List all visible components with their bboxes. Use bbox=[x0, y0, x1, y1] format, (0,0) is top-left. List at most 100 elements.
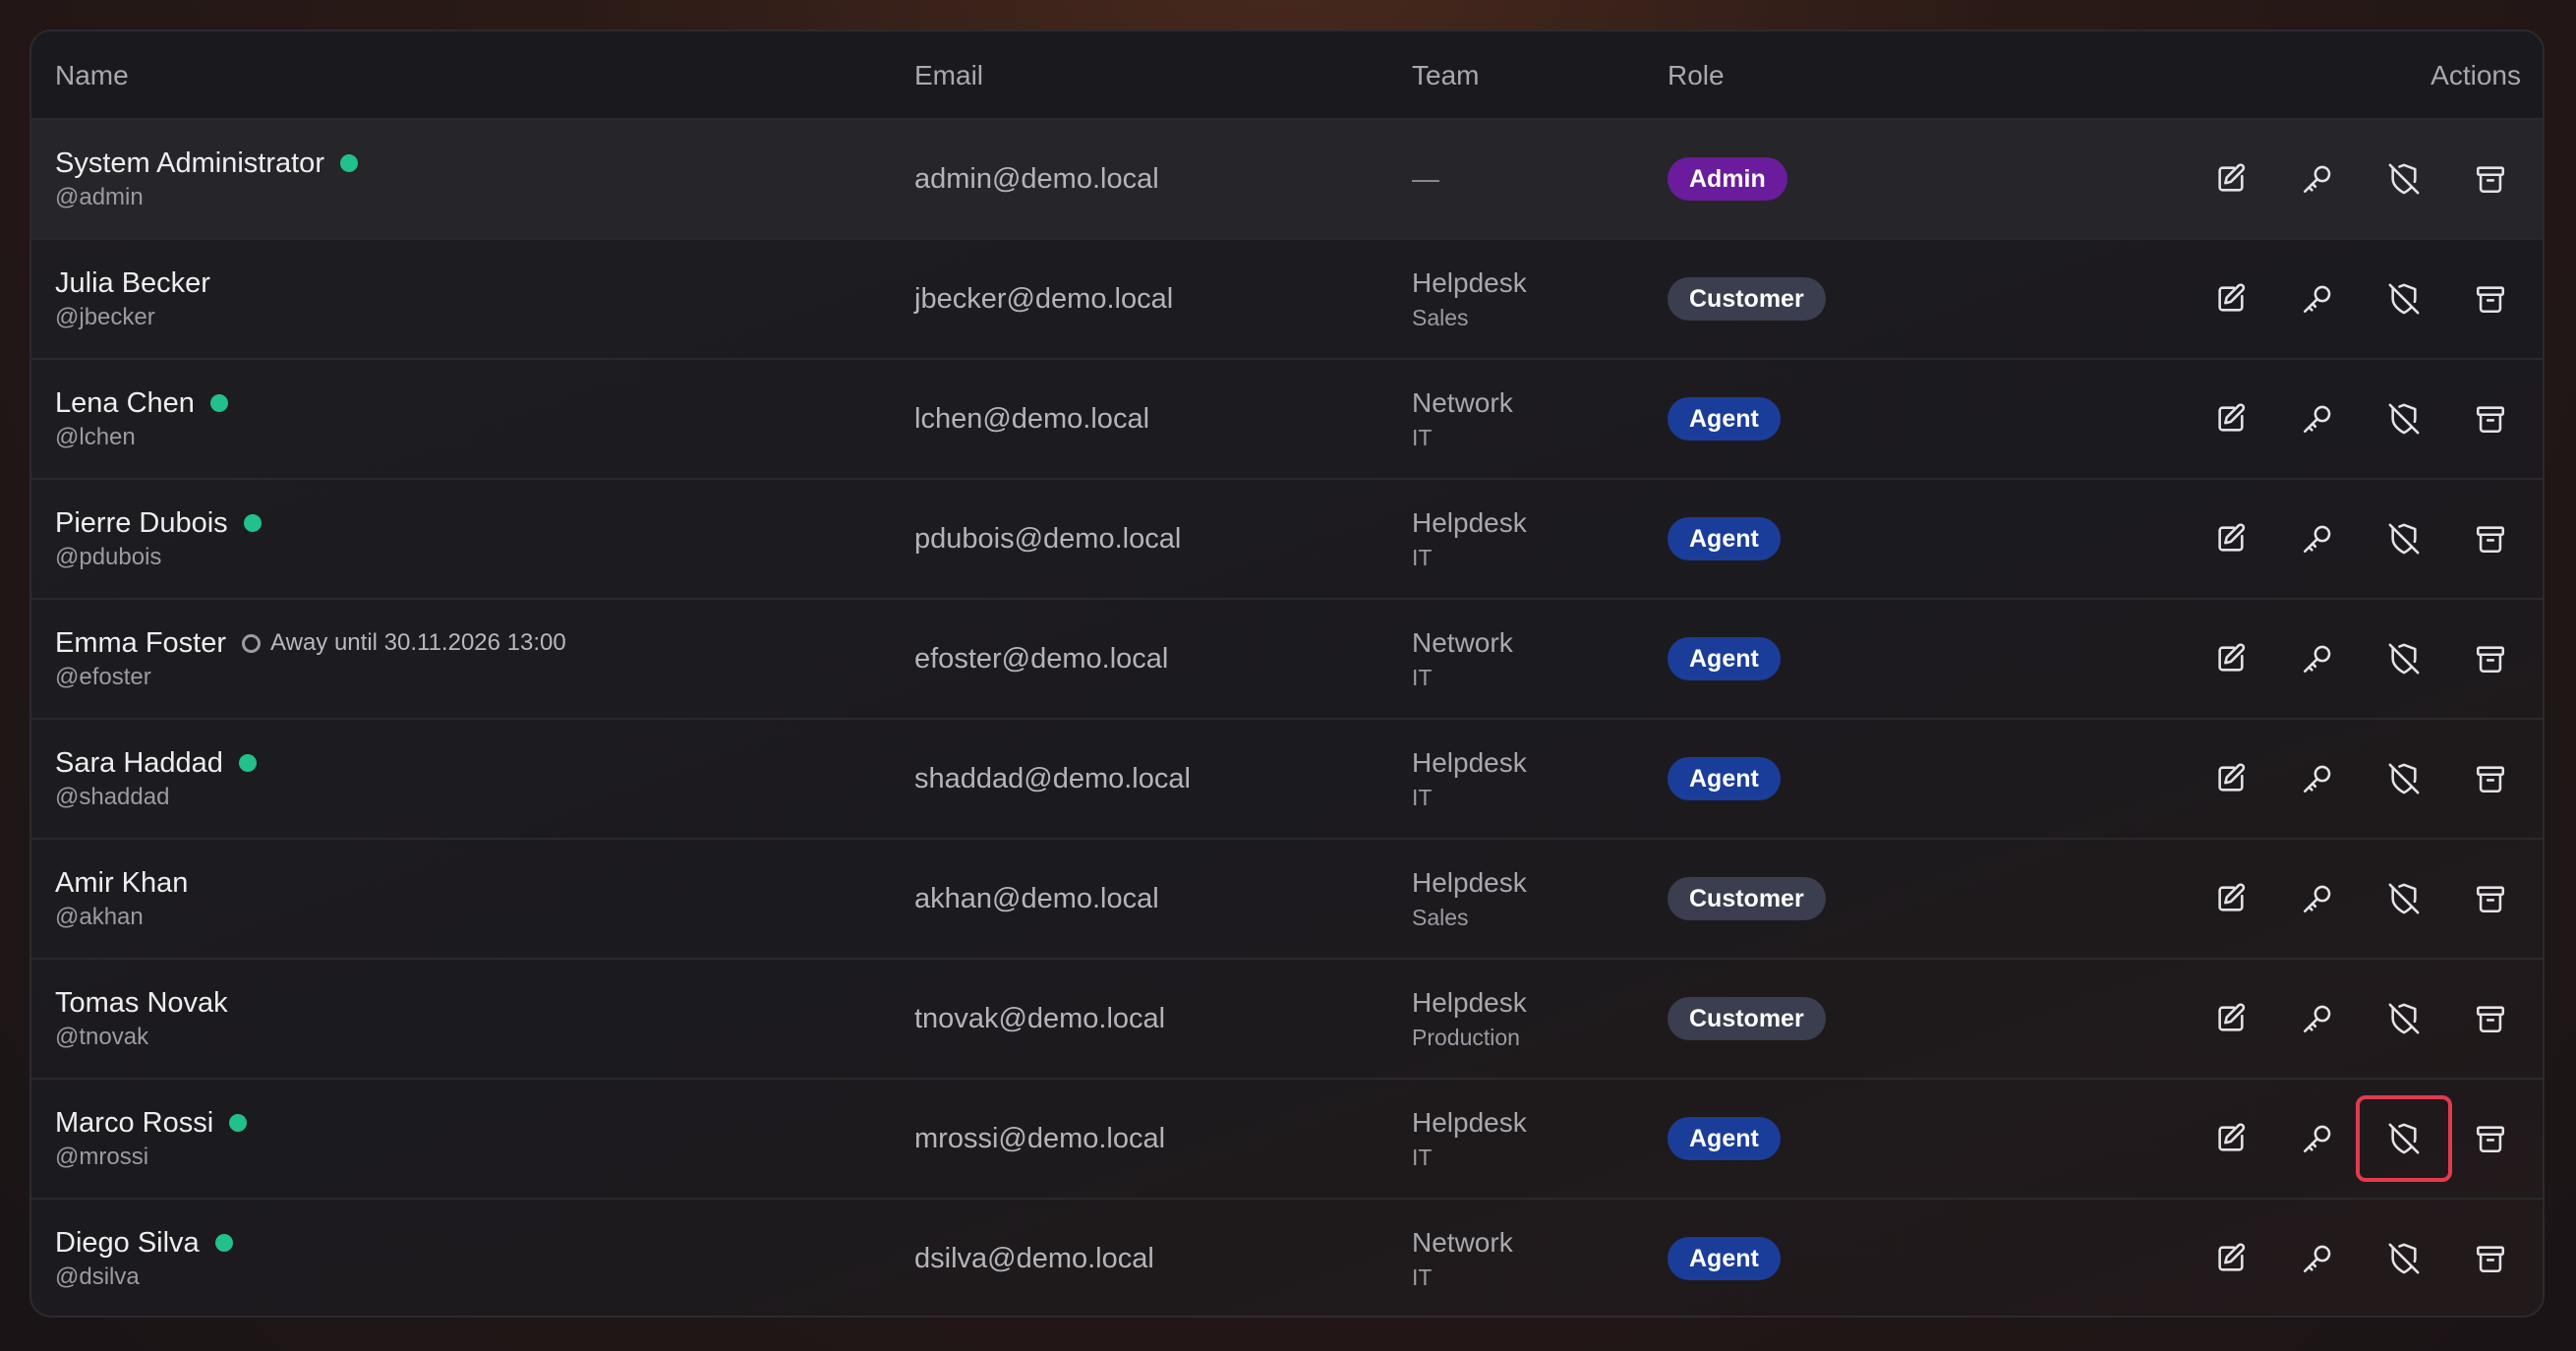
disable-user-button[interactable] bbox=[2373, 988, 2434, 1049]
subteam-name: IT bbox=[1412, 545, 1433, 570]
shield-off-icon bbox=[2388, 763, 2420, 794]
reset-password-button[interactable] bbox=[2287, 748, 2348, 809]
role-badge: Customer bbox=[1668, 997, 1826, 1040]
reset-password-button[interactable] bbox=[2287, 988, 2348, 1049]
user-display-name[interactable]: Emma Foster bbox=[55, 625, 226, 661]
archive-icon bbox=[2476, 406, 2505, 434]
archive-user-button[interactable] bbox=[2460, 1108, 2521, 1169]
disable-user-button[interactable] bbox=[2373, 268, 2434, 329]
reset-password-button[interactable] bbox=[2287, 508, 2348, 569]
archive-user-button[interactable] bbox=[2460, 1228, 2521, 1289]
table-header: Name Email Team Role Actions bbox=[31, 31, 2543, 120]
disable-user-button[interactable] bbox=[2373, 868, 2434, 929]
role-badge: Agent bbox=[1668, 757, 1781, 800]
archive-icon bbox=[2476, 286, 2505, 314]
user-email: akhan@demo.local bbox=[914, 882, 1159, 914]
edit-icon bbox=[2218, 283, 2246, 312]
edit-user-button[interactable] bbox=[2200, 1228, 2261, 1289]
team-cell: Network IT bbox=[1412, 385, 1513, 452]
header-team[interactable]: Team bbox=[1412, 59, 1479, 92]
disable-user-button[interactable] bbox=[2356, 1095, 2452, 1182]
online-status-dot bbox=[339, 154, 358, 172]
user-handle: @dsilva bbox=[55, 1263, 140, 1290]
role-badge: Customer bbox=[1668, 877, 1826, 920]
reset-password-button[interactable] bbox=[2287, 388, 2348, 449]
user-display-name[interactable]: System Administrator bbox=[55, 146, 324, 181]
key-icon bbox=[2303, 645, 2331, 674]
user-display-name[interactable]: Marco Rossi bbox=[55, 1105, 213, 1141]
key-icon bbox=[2303, 165, 2331, 194]
user-display-name[interactable]: Julia Becker bbox=[55, 265, 210, 301]
disable-user-button[interactable] bbox=[2373, 628, 2434, 689]
archive-user-button[interactable] bbox=[2460, 748, 2521, 809]
user-display-name[interactable]: Sara Haddad bbox=[55, 745, 223, 781]
table-row: Emma Foster Away until 30.11.2026 13:00 @e… bbox=[31, 600, 2543, 720]
user-email: lchen@demo.local bbox=[914, 402, 1150, 435]
user-display-name[interactable]: Lena Chen bbox=[55, 385, 195, 421]
disable-user-button[interactable] bbox=[2373, 508, 2434, 569]
archive-user-button[interactable] bbox=[2460, 988, 2521, 1049]
edit-user-button[interactable] bbox=[2200, 1108, 2261, 1169]
archive-icon bbox=[2476, 766, 2505, 793]
reset-password-button[interactable] bbox=[2287, 268, 2348, 329]
role-badge: Customer bbox=[1668, 277, 1826, 321]
edit-user-button[interactable] bbox=[2200, 628, 2261, 689]
disable-user-button[interactable] bbox=[2373, 748, 2434, 809]
edit-user-button[interactable] bbox=[2200, 748, 2261, 809]
edit-user-button[interactable] bbox=[2200, 988, 2261, 1049]
key-icon bbox=[2303, 525, 2331, 554]
role-badge: Agent bbox=[1668, 637, 1781, 680]
team-cell: Helpdesk IT bbox=[1412, 1105, 1527, 1172]
disable-user-button[interactable] bbox=[2373, 388, 2434, 449]
archive-user-button[interactable] bbox=[2460, 868, 2521, 929]
key-icon bbox=[2303, 1125, 2331, 1153]
archive-user-button[interactable] bbox=[2460, 628, 2521, 689]
edit-user-button[interactable] bbox=[2200, 868, 2261, 929]
reset-password-button[interactable] bbox=[2287, 628, 2348, 689]
reset-password-button[interactable] bbox=[2287, 148, 2348, 209]
archive-icon bbox=[2476, 1246, 2505, 1273]
user-display-name[interactable]: Tomas Novak bbox=[55, 985, 228, 1021]
users-table-panel: Name Email Team Role Actions System Admi… bbox=[29, 29, 2545, 1318]
user-display-name[interactable]: Diego Silva bbox=[55, 1225, 200, 1261]
header-email[interactable]: Email bbox=[914, 59, 983, 92]
user-handle: @shaddad bbox=[55, 784, 170, 810]
user-handle: @tnovak bbox=[55, 1024, 149, 1050]
user-display-name[interactable]: Pierre Dubois bbox=[55, 505, 228, 541]
user-email: dsilva@demo.local bbox=[914, 1242, 1154, 1274]
user-name-cell: Lena Chen @lchen bbox=[55, 385, 228, 452]
row-actions bbox=[2200, 960, 2521, 1078]
edit-user-button[interactable] bbox=[2200, 268, 2261, 329]
edit-user-button[interactable] bbox=[2200, 148, 2261, 209]
edit-user-button[interactable] bbox=[2200, 388, 2261, 449]
edit-icon bbox=[2218, 1123, 2246, 1151]
user-display-name[interactable]: Amir Khan bbox=[55, 865, 188, 901]
key-icon bbox=[2303, 405, 2331, 434]
away-status-text: Away until 30.11.2026 13:00 bbox=[270, 629, 566, 656]
online-status-dot bbox=[229, 1114, 248, 1132]
team-name: Helpdesk bbox=[1412, 1107, 1527, 1138]
disable-user-button[interactable] bbox=[2373, 1228, 2434, 1289]
subteam-name: Production bbox=[1412, 1025, 1520, 1050]
table-row: Pierre Dubois @pdubois pdubois@demo.local H… bbox=[31, 480, 2543, 600]
archive-user-button[interactable] bbox=[2460, 148, 2521, 209]
user-handle: @efoster bbox=[55, 664, 151, 690]
archive-user-button[interactable] bbox=[2460, 508, 2521, 569]
edit-icon bbox=[2218, 403, 2246, 432]
reset-password-button[interactable] bbox=[2287, 1228, 2348, 1289]
header-role[interactable]: Role bbox=[1668, 59, 1725, 92]
disable-user-button[interactable] bbox=[2373, 148, 2434, 209]
edit-user-button[interactable] bbox=[2200, 508, 2261, 569]
archive-user-button[interactable] bbox=[2460, 268, 2521, 329]
subteam-name: IT bbox=[1412, 425, 1433, 450]
archive-user-button[interactable] bbox=[2460, 388, 2521, 449]
user-name-cell: Tomas Novak @tnovak bbox=[55, 985, 228, 1052]
user-name-cell: Pierre Dubois @pdubois bbox=[55, 505, 262, 572]
team-cell: Helpdesk Sales bbox=[1412, 865, 1527, 932]
reset-password-button[interactable] bbox=[2287, 868, 2348, 929]
team-cell: Helpdesk Production bbox=[1412, 985, 1527, 1052]
reset-password-button[interactable] bbox=[2287, 1108, 2348, 1169]
header-name[interactable]: Name bbox=[55, 59, 129, 92]
key-icon bbox=[2303, 1245, 2331, 1273]
subteam-name: Sales bbox=[1412, 305, 1469, 330]
